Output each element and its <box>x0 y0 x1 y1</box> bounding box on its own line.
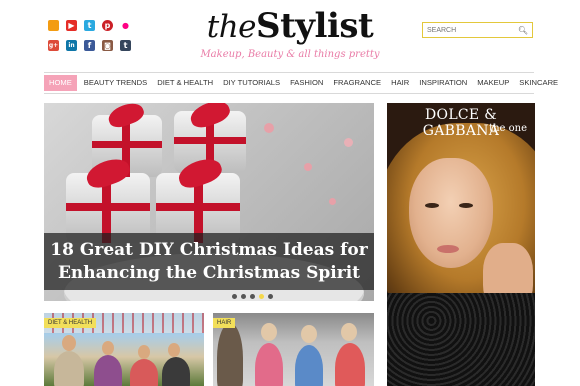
gift-ribbon <box>92 141 162 148</box>
youtube-icon[interactable]: ▶ <box>66 20 77 31</box>
slider-dot-active[interactable] <box>259 294 264 299</box>
nav-item-hair[interactable]: HAIR <box>386 75 414 91</box>
nav-item-diet-health[interactable]: DIET & HEALTH <box>152 75 218 91</box>
model-figure <box>335 343 365 386</box>
post-card[interactable]: HAIR <box>213 313 374 386</box>
google-plus-icon[interactable]: g+ <box>48 40 59 51</box>
person-body <box>54 351 84 386</box>
nav-item-fragrance[interactable]: FRAGRANCE <box>328 75 386 91</box>
slider-dot[interactable] <box>232 294 237 299</box>
main-nav: HOME BEAUTY TRENDS DIET & HEALTH DIY TUT… <box>44 72 558 94</box>
nav-item-inspiration[interactable]: INSPIRATION <box>414 75 472 91</box>
model-head <box>301 325 317 343</box>
person-body <box>130 359 158 386</box>
sidebar-ad[interactable]: DOLCE & GABBANA the one <box>387 103 535 386</box>
model-head <box>261 323 277 341</box>
post-card[interactable]: DIET & HEALTH <box>44 313 204 386</box>
model-figure <box>217 323 243 386</box>
slide-title-line2: Enhancing the Christmas Spirit <box>57 263 361 283</box>
person-head <box>62 335 76 351</box>
ad-model-eye <box>459 203 473 208</box>
twitter-icon[interactable]: t <box>84 20 95 31</box>
bokeh-dot <box>344 138 353 147</box>
bokeh-dot <box>329 198 336 205</box>
social-links: ▶ t p ● g+ in f ◙ t <box>48 20 140 51</box>
slider-dot[interactable] <box>268 294 273 299</box>
linkedin-icon[interactable]: in <box>66 40 77 51</box>
model-head <box>341 323 357 341</box>
gift-ribbon <box>156 203 240 211</box>
person-head <box>168 343 180 357</box>
person-head <box>138 345 150 359</box>
slider-pagination <box>232 294 273 299</box>
bokeh-dot <box>304 163 312 171</box>
ad-model-eye <box>425 203 439 208</box>
gift-ribbon <box>174 137 246 144</box>
search-box: 🔍︎ <box>422 22 533 38</box>
logo-wordmark[interactable]: theStylist <box>160 6 420 47</box>
slide-title-line1: 18 Great DIY Christmas Ideas for <box>50 240 368 260</box>
ad-model-lips <box>437 245 459 253</box>
person-body <box>94 355 122 386</box>
rss-icon[interactable] <box>48 20 59 31</box>
ad-product-name: the one <box>489 123 527 134</box>
bokeh-dot <box>264 123 274 133</box>
search-icon[interactable]: 🔍︎ <box>518 26 528 35</box>
gift-ribbon <box>66 203 150 211</box>
flickr-icon[interactable]: ● <box>120 20 131 31</box>
nav-item-beauty-trends[interactable]: BEAUTY TRENDS <box>79 75 152 91</box>
model-figure <box>255 343 283 386</box>
category-badge[interactable]: HAIR <box>213 318 236 328</box>
nav-item-home[interactable]: HOME <box>44 75 77 91</box>
site-tagline: Makeup, Beauty & all things pretty <box>200 49 380 60</box>
category-badge[interactable]: DIET & HEALTH <box>44 318 97 328</box>
search-input[interactable] <box>427 26 515 34</box>
nav-item-diy-tutorials[interactable]: DIY TUTORIALS <box>218 75 285 91</box>
instagram-icon[interactable]: ◙ <box>102 40 113 51</box>
tumblr-icon[interactable]: t <box>120 40 131 51</box>
model-figure <box>295 345 323 386</box>
ad-lace-dress <box>387 293 535 386</box>
site-logo[interactable]: theStylist Makeup, Beauty & all things p… <box>160 6 420 60</box>
nav-item-makeup[interactable]: MAKEUP <box>472 75 514 91</box>
person-head <box>102 341 114 355</box>
slider-dot[interactable] <box>241 294 246 299</box>
person-body <box>162 357 190 386</box>
slide-title[interactable]: 18 Great DIY Christmas Ideas for Enhanci… <box>44 233 374 290</box>
facebook-icon[interactable]: f <box>84 40 95 51</box>
pinterest-icon[interactable]: p <box>102 20 113 31</box>
nav-item-skincare[interactable]: SKINCARE <box>514 75 563 91</box>
slider-dot[interactable] <box>250 294 255 299</box>
logo-the: the <box>206 9 257 45</box>
logo-stylist: Stylist <box>256 6 374 46</box>
featured-slider[interactable]: 18 Great DIY Christmas Ideas for Enhanci… <box>44 103 374 301</box>
nav-item-fashion[interactable]: FASHION <box>285 75 328 91</box>
